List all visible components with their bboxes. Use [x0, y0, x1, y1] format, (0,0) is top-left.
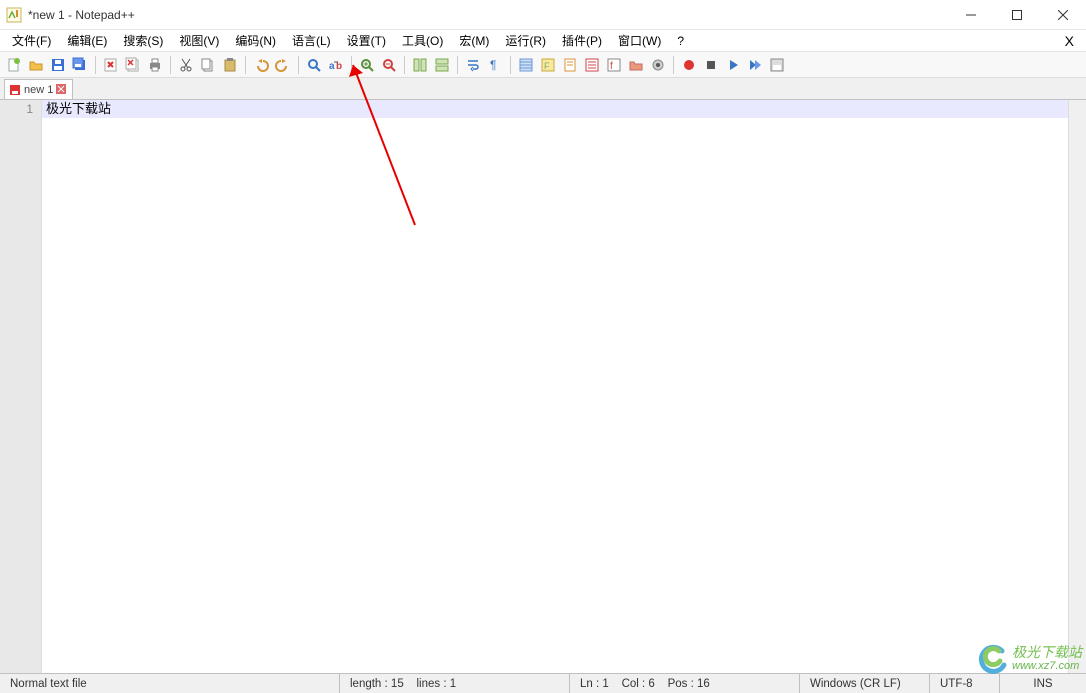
watermark-url: www.xz7.com [1012, 660, 1082, 672]
indent-guide-icon[interactable] [516, 55, 536, 75]
open-folder-icon[interactable] [26, 55, 46, 75]
separator [95, 56, 96, 74]
svg-text:¶: ¶ [490, 58, 496, 72]
separator [457, 56, 458, 74]
minimize-button[interactable] [948, 0, 994, 30]
app-icon [6, 7, 22, 23]
menu-tools[interactable]: 工具(O) [394, 30, 451, 51]
close-button[interactable] [1040, 0, 1086, 30]
tab-close-icon[interactable] [56, 84, 68, 96]
status-position: Ln : 1 Col : 6 Pos : 16 [570, 674, 800, 693]
status-file-type: Normal text file [0, 674, 340, 693]
menu-search[interactable]: 搜索(S) [115, 30, 171, 51]
separator [245, 56, 246, 74]
watermark-name: 极光下载站 [1012, 645, 1082, 660]
svg-text:a: a [329, 61, 335, 72]
wordwrap-icon[interactable] [463, 55, 483, 75]
folder-panel-icon[interactable] [626, 55, 646, 75]
separator [170, 56, 171, 74]
tab-new-1[interactable]: new 1 [4, 79, 73, 99]
menu-plugins[interactable]: 插件(P) [554, 30, 610, 51]
print-icon[interactable] [145, 55, 165, 75]
func-list-icon[interactable]: f [604, 55, 624, 75]
menu-close-x[interactable]: X [1057, 33, 1082, 49]
separator [673, 56, 674, 74]
save-icon[interactable] [48, 55, 68, 75]
zoom-in-icon[interactable] [357, 55, 377, 75]
play-multi-icon[interactable] [745, 55, 765, 75]
svg-text:F: F [544, 61, 550, 71]
menu-bar: 文件(F) 编辑(E) 搜索(S) 视图(V) 编码(N) 语言(L) 设置(T… [0, 30, 1086, 52]
menu-edit[interactable]: 编辑(E) [59, 30, 115, 51]
doc-list-icon[interactable] [582, 55, 602, 75]
status-length: length : 15 lines : 1 [340, 674, 570, 693]
line-number: 1 [8, 100, 33, 118]
status-eol[interactable]: Windows (CR LF) [800, 674, 930, 693]
copy-icon[interactable] [198, 55, 218, 75]
status-bar: Normal text file length : 15 lines : 1 L… [0, 673, 1086, 693]
new-file-icon[interactable] [4, 55, 24, 75]
sync-v-icon[interactable] [410, 55, 430, 75]
stop-macro-icon[interactable] [701, 55, 721, 75]
paste-icon[interactable] [220, 55, 240, 75]
title-bar: *new 1 - Notepad++ [0, 0, 1086, 30]
find-icon[interactable] [304, 55, 324, 75]
menu-file[interactable]: 文件(F) [4, 30, 59, 51]
maximize-button[interactable] [994, 0, 1040, 30]
editor-body[interactable]: 极光下载站 [42, 100, 1068, 673]
line-gutter: 1 [0, 100, 42, 673]
editor-line[interactable]: 极光下载站 [42, 100, 1068, 118]
cut-icon[interactable] [176, 55, 196, 75]
replace-icon[interactable]: ab [326, 55, 346, 75]
undo-icon[interactable] [251, 55, 271, 75]
separator [404, 56, 405, 74]
save-macro-icon[interactable] [767, 55, 787, 75]
menu-macro[interactable]: 宏(M) [451, 30, 497, 51]
editor-area: 1 极光下载站 [0, 100, 1086, 673]
zoom-out-icon[interactable] [379, 55, 399, 75]
tab-bar: new 1 [0, 78, 1086, 100]
separator [510, 56, 511, 74]
redo-icon[interactable] [273, 55, 293, 75]
watermark-logo-icon [974, 641, 1008, 675]
scrollbar-vertical[interactable] [1068, 100, 1086, 673]
menu-encoding[interactable]: 编码(N) [227, 30, 284, 51]
menu-settings[interactable]: 设置(T) [339, 30, 394, 51]
save-all-icon[interactable] [70, 55, 90, 75]
sync-h-icon[interactable] [432, 55, 452, 75]
close-file-icon[interactable] [101, 55, 121, 75]
lang-icon[interactable]: F [538, 55, 558, 75]
doc-map-icon[interactable] [560, 55, 580, 75]
close-all-icon[interactable] [123, 55, 143, 75]
tab-dirty-icon [9, 84, 21, 96]
separator [298, 56, 299, 74]
menu-language[interactable]: 语言(L) [284, 30, 339, 51]
window-controls [948, 0, 1086, 30]
monitor-icon[interactable] [648, 55, 668, 75]
toolbar: ab ¶ F f [0, 52, 1086, 78]
status-ins[interactable]: INS [1000, 674, 1086, 693]
play-macro-icon[interactable] [723, 55, 743, 75]
all-chars-icon[interactable]: ¶ [485, 55, 505, 75]
window-title: *new 1 - Notepad++ [28, 8, 948, 22]
menu-help[interactable]: ? [669, 32, 692, 50]
menu-view[interactable]: 视图(V) [171, 30, 227, 51]
menu-window[interactable]: 窗口(W) [610, 30, 669, 51]
svg-text:f: f [610, 61, 613, 72]
watermark: 极光下载站 www.xz7.com [974, 641, 1082, 675]
record-macro-icon[interactable] [679, 55, 699, 75]
svg-text:b: b [336, 61, 342, 72]
status-encoding[interactable]: UTF-8 [930, 674, 1000, 693]
separator [351, 56, 352, 74]
menu-run[interactable]: 运行(R) [497, 30, 554, 51]
tab-label: new 1 [24, 84, 53, 96]
